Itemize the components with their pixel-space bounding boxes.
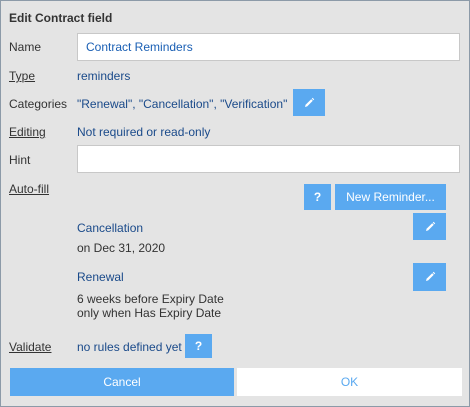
reminder-detail: on Dec 31, 2020: [77, 241, 166, 255]
pencil-icon: [303, 97, 315, 109]
categories-label: Categories: [9, 97, 68, 111]
hint-label: Hint: [9, 153, 31, 167]
reminder-detail: 6 weeks before Expiry Date: [77, 292, 224, 306]
editing-label[interactable]: Editing: [9, 125, 46, 139]
edit-contract-field-dialog: Edit Contract field Name Type reminders …: [0, 0, 470, 407]
type-value: reminders: [77, 69, 131, 83]
validate-help-button[interactable]: ?: [185, 334, 212, 358]
edit-categories-button[interactable]: [293, 89, 325, 116]
cancel-button[interactable]: Cancel: [10, 368, 234, 396]
new-reminder-button[interactable]: New Reminder...: [335, 184, 446, 210]
type-label[interactable]: Type: [9, 69, 35, 83]
validate-value: no rules defined yet: [77, 340, 182, 354]
autofill-help-button[interactable]: ?: [304, 184, 331, 210]
edit-reminder-button[interactable]: [413, 213, 446, 240]
name-label: Name: [9, 40, 42, 54]
dialog-title: Edit Contract field: [9, 11, 113, 25]
reminder-detail: only when Has Expiry Date: [77, 306, 222, 320]
reminder-title: Renewal: [77, 270, 124, 284]
autofill-label[interactable]: Auto-fill: [9, 182, 49, 196]
ok-button[interactable]: OK: [237, 368, 462, 396]
categories-value: "Renewal", "Cancellation", "Verification…: [77, 97, 288, 111]
hint-input[interactable]: [77, 145, 460, 173]
reminder-title: Cancellation: [77, 221, 144, 235]
edit-reminder-button[interactable]: [413, 263, 446, 291]
pencil-icon: [424, 271, 436, 283]
name-input[interactable]: [77, 33, 460, 61]
validate-label[interactable]: Validate: [9, 340, 51, 354]
pencil-icon: [424, 221, 436, 233]
editing-value: Not required or read-only: [77, 125, 211, 139]
